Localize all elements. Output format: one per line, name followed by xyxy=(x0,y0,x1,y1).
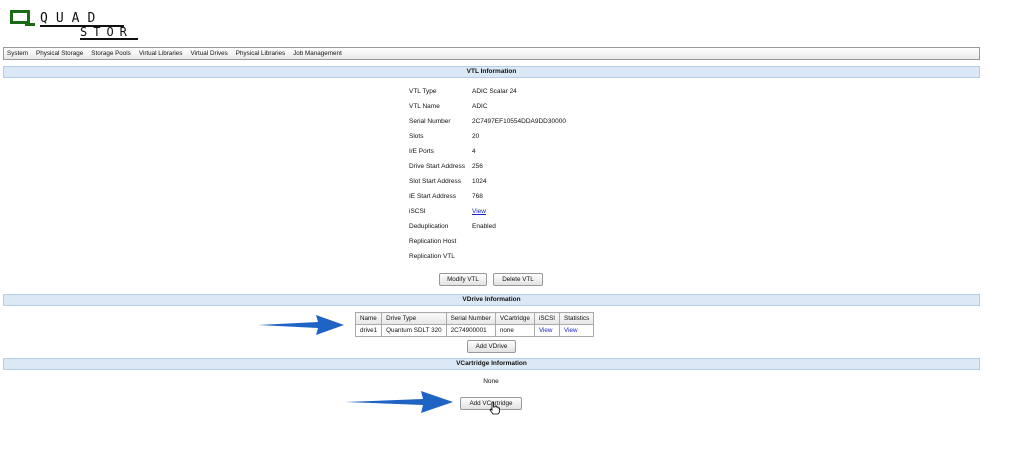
column-header: iSCSI xyxy=(533,312,561,325)
vdrive-information-header: VDrive Information xyxy=(3,294,980,306)
logo-text-top: QUAD xyxy=(40,11,104,26)
delete-vtl-button[interactable]: Delete VTL xyxy=(493,273,543,286)
prop-value: 2C7497EF10554DDA9DD30000 xyxy=(472,118,566,125)
menu-item-virtual-drives[interactable]: Virtual Drives xyxy=(190,50,227,57)
prop-key: VTL Type xyxy=(409,88,437,95)
add-vdrive-button[interactable]: Add VDrive xyxy=(467,340,516,353)
main-menu-bar: System Physical Storage Storage Pools Vi… xyxy=(3,47,980,60)
prop-value: 768 xyxy=(472,193,483,200)
quadstor-logo: QUAD STOR xyxy=(10,10,138,40)
column-header: Statistics xyxy=(559,312,595,325)
prop-value: 20 xyxy=(472,133,480,140)
prop-key: iSCSI xyxy=(409,208,426,215)
menu-item-physical-libraries[interactable]: Physical Libraries xyxy=(236,50,285,57)
column-header: Drive Type xyxy=(381,312,447,325)
prop-key: Deduplication xyxy=(409,223,449,230)
prop-value: Enabled xyxy=(472,223,496,230)
logo-text-bottom: STOR xyxy=(80,25,133,39)
prop-value: 4 xyxy=(472,148,476,155)
prop-key: Replication Host xyxy=(409,238,457,245)
column-header: Serial Number xyxy=(445,312,496,325)
modify-vtl-button[interactable]: Modify VTL xyxy=(439,273,487,286)
prop-key: Replication VTL xyxy=(409,253,455,260)
drive-type-cell: Quantum SDLT 320 xyxy=(381,324,447,337)
logo-mark-icon xyxy=(10,10,35,26)
menu-item-storage-pools[interactable]: Storage Pools xyxy=(91,50,131,57)
prop-key: VTL Name xyxy=(409,103,440,110)
table-header-row: Name Drive Type Serial Number VCartridge… xyxy=(354,312,595,325)
iscsi-view-link[interactable]: View xyxy=(533,324,561,337)
menu-item-virtual-libraries[interactable]: Virtual Libraries xyxy=(139,50,183,57)
prop-key: Slots xyxy=(409,133,424,140)
arrow-right-icon xyxy=(345,391,453,413)
table-row: drive1 Quantum SDLT 320 2C74900001 none … xyxy=(354,324,595,337)
menu-item-system[interactable]: System xyxy=(7,50,28,57)
prop-key: I/E Ports xyxy=(409,148,434,155)
menu-item-physical-storage[interactable]: Physical Storage xyxy=(36,50,83,57)
vcartridge-cell: none xyxy=(494,324,535,337)
vtl-information-header: VTL Information xyxy=(3,66,980,78)
prop-key: IE Start Address xyxy=(409,193,456,200)
iscsi-view-link[interactable]: View xyxy=(472,208,486,215)
menu-item-job-management[interactable]: Job Management xyxy=(293,50,342,57)
prop-value: 1024 xyxy=(472,178,487,185)
column-header: VCartridge xyxy=(494,312,535,325)
arrow-right-icon xyxy=(258,315,344,335)
prop-key: Slot Start Address xyxy=(409,178,462,185)
prop-key: Serial Number xyxy=(409,118,451,125)
hand-pointer-icon xyxy=(489,401,500,415)
serial-number-cell: 2C74900001 xyxy=(445,324,496,337)
vdrive-table: Name Drive Type Serial Number VCartridge… xyxy=(354,312,595,337)
prop-value: ADIC xyxy=(472,103,488,110)
prop-value: 256 xyxy=(472,163,483,170)
logo-underline xyxy=(80,38,138,40)
drive-name-cell: drive1 xyxy=(354,324,383,337)
prop-key: Drive Start Address xyxy=(409,163,465,170)
statistics-view-link[interactable]: View xyxy=(559,324,595,337)
vcartridge-information-header: VCartridge Information xyxy=(3,358,980,370)
column-header: Name xyxy=(354,312,383,325)
prop-value: ADIC Scalar 24 xyxy=(472,88,517,95)
vcartridge-empty-text: None xyxy=(483,378,499,385)
